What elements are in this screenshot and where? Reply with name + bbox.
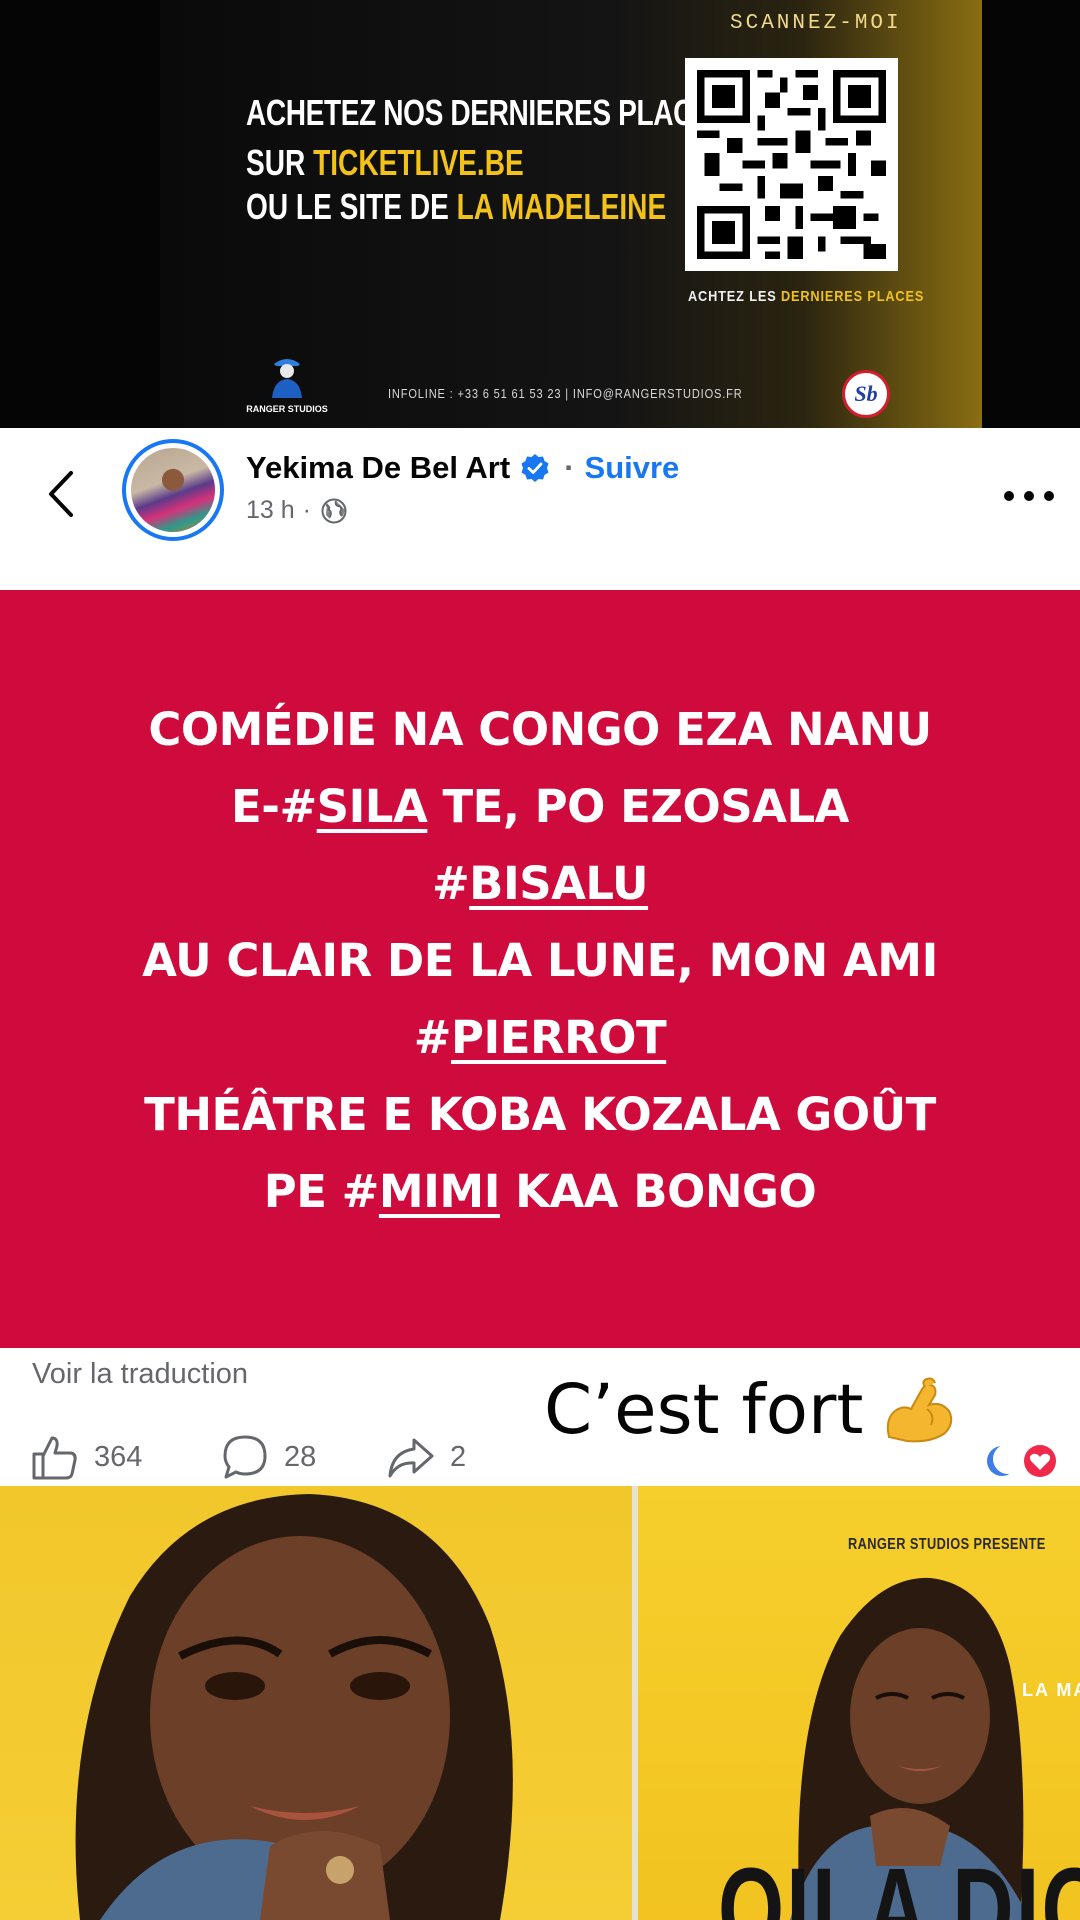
globe-icon [321, 498, 347, 523]
hashtag-mimi[interactable]: MIMI [379, 1165, 501, 1218]
caption-overlay: C’est fort [544, 1370, 957, 1450]
event-poster-top[interactable]: SCANNEZ-MOI ACHETEZ NOS DERNIERES PLACES… [0, 0, 1080, 428]
poster-headline: ACHETEZ NOS DERNIERES PLACES [246, 92, 730, 133]
poster-line-ticketlive: SUR TICKETLIVE.BE [246, 142, 524, 183]
caption-text: C’est fort [544, 1370, 864, 1450]
post-text-line: PE #MIMI KAA BONGO [263, 1164, 817, 1218]
hashtag-sila[interactable]: SILA [317, 780, 428, 833]
post-text-line: AU CLAIR DE LA LUNE, MON AMI [142, 933, 938, 987]
hashtag-bisalu[interactable]: BISALU [469, 857, 648, 910]
share-count: 2 [450, 1440, 467, 1473]
like-count: 364 [94, 1440, 143, 1473]
back-button[interactable] [38, 464, 84, 524]
qr-caption: ACHTEZ LES DERNIERES PLACES [688, 288, 925, 305]
more-options-icon[interactable] [1004, 484, 1054, 508]
ranger-figure-icon [272, 359, 302, 398]
comment-button[interactable]: 28 [220, 1432, 316, 1482]
comment-icon [223, 1435, 267, 1479]
ranger-studios-logo: RANGER STUDIOS [246, 350, 328, 414]
qr-code [685, 58, 898, 271]
post-text-line: THÉÂTRE E KOBA KOZALA GOÛT [144, 1087, 936, 1141]
avatar [131, 448, 215, 532]
presenter-label: RANGER STUDIOS PRESENTE [848, 1536, 1046, 1553]
post-text-line: #PIERROT [413, 1010, 667, 1064]
share-button[interactable]: 2 [386, 1432, 466, 1482]
post-text-line: E-#SILA TE, PO EZOSALA [231, 779, 849, 833]
post-text-line: COMÉDIE NA CONGO EZA NANU [148, 702, 932, 756]
follow-button[interactable]: Suivre [585, 450, 680, 486]
post-text-background: COMÉDIE NA CONGO EZA NANU E-#SILA TE, PO… [0, 590, 1080, 1348]
author-row: Yekima De Bel Art · Suivre [246, 450, 679, 486]
show-title: OILA DIOA [718, 1844, 1080, 1920]
verified-badge-icon [521, 454, 549, 482]
sb-logo: Sb [842, 370, 890, 418]
comment-count: 28 [284, 1440, 317, 1473]
back-chevron-icon [49, 471, 73, 517]
poster-divider [632, 1486, 638, 1920]
post-footer: Voir la traduction C’est fort 364 28 2 [0, 1348, 1080, 1486]
like-button[interactable]: 364 [30, 1432, 142, 1482]
post-meta: 13 h · [246, 496, 347, 525]
meta-separator: · [302, 496, 311, 524]
separator-dot: · [564, 450, 575, 485]
qr-code-icon [697, 70, 886, 259]
post-time[interactable]: 13 h [246, 496, 295, 525]
flexed-biceps-icon [887, 1377, 953, 1443]
share-icon [388, 1438, 434, 1478]
author-avatar[interactable] [122, 439, 224, 541]
see-translation-link[interactable]: Voir la traduction [32, 1358, 248, 1391]
author-name[interactable]: Yekima De Bel Art [246, 450, 510, 486]
hashtag-pierrot[interactable]: PIERROT [451, 1011, 667, 1064]
like-icon [32, 1436, 77, 1480]
portrait-left [75, 1494, 513, 1920]
reaction-icons[interactable] [984, 1440, 1060, 1482]
infoline: INFOLINE : +33 6 51 61 53 23 | INFO@RANG… [388, 386, 743, 401]
event-poster-bottom[interactable]: RANGER STUDIOS PRESENTE LA MA OILA DIOA [0, 1486, 1080, 1920]
scan-label: SCANNEZ-MOI [730, 12, 902, 35]
poster-line-madeleine: OU LE SITE DE LA MADELEINE [246, 186, 667, 227]
venue-label: LA MA [1022, 1680, 1080, 1700]
post-header: Yekima De Bel Art · Suivre 13 h · [0, 428, 1080, 590]
poster-edge [982, 0, 1080, 428]
post-text-line: #BISALU [431, 856, 649, 910]
